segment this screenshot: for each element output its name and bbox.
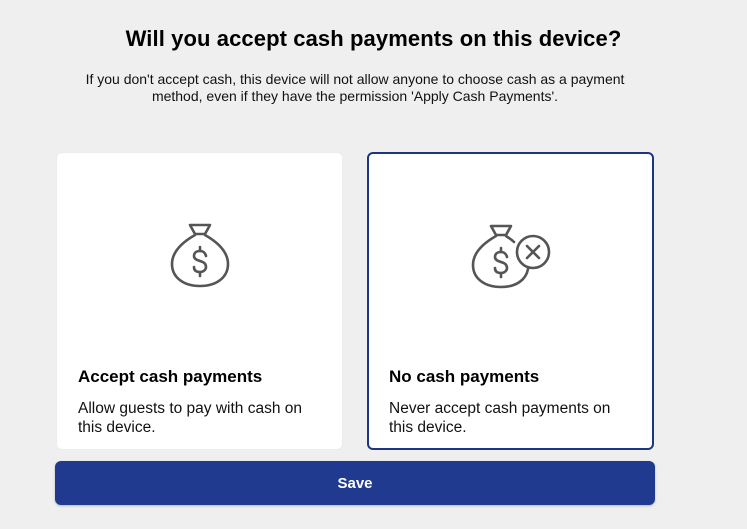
option-description: Never accept cash payments on this devic… [389, 400, 611, 436]
option-title: Accept cash payments [78, 367, 263, 386]
save-button[interactable]: Save [55, 461, 655, 505]
page-title: Will you accept cash payments on this de… [125, 26, 622, 51]
cash-payment-setup-page: Will you accept cash payments on this de… [0, 0, 747, 529]
option-card-no-cash[interactable]: No cash payments Never accept cash payme… [367, 152, 654, 450]
money-bag-icon [145, 217, 255, 297]
option-description: Allow guests to pay with cash on this de… [78, 400, 303, 436]
option-card-accept-cash[interactable]: Accept cash payments Allow guests to pay… [56, 152, 343, 450]
page-subtitle: If you don't accept cash, this device wi… [85, 71, 625, 104]
money-bag-x-icon [456, 218, 566, 298]
option-title: No cash payments [389, 367, 540, 386]
